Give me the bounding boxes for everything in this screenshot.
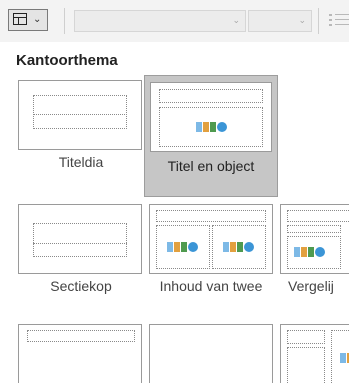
layout-tile-inhoud-van-twee[interactable]: Inhoud van twee bbox=[146, 204, 276, 304]
layout-label: Sectiekop bbox=[50, 278, 112, 294]
content-icons bbox=[196, 122, 227, 134]
content-placeholder-left bbox=[156, 225, 210, 269]
layout-tile-inhoud-met-bijschrift[interactable] bbox=[280, 324, 349, 383]
title-placeholder bbox=[156, 210, 266, 222]
title-placeholder bbox=[287, 330, 325, 344]
bullet-list-icon[interactable] bbox=[329, 14, 349, 30]
layout-label: Titel en object bbox=[167, 158, 255, 174]
layout-tile-titeldia[interactable]: Titeldia bbox=[16, 80, 146, 180]
title-placeholder bbox=[27, 330, 135, 342]
content-placeholder bbox=[331, 330, 349, 383]
layout-dropdown-button[interactable]: ⌄ bbox=[8, 9, 48, 31]
layout-thumbnail bbox=[18, 324, 142, 383]
title-placeholder bbox=[33, 95, 127, 129]
layout-thumbnail bbox=[18, 80, 142, 150]
chevron-down-icon: ⌄ bbox=[33, 14, 42, 25]
layout-tile-leeg[interactable] bbox=[146, 324, 276, 383]
layout-label: Inhoud van twee bbox=[159, 278, 263, 294]
heading-placeholder-left bbox=[287, 225, 341, 233]
content-placeholder-left bbox=[287, 236, 341, 269]
content-placeholder bbox=[159, 107, 263, 147]
gallery-heading: Kantoorthema bbox=[16, 52, 118, 69]
title-placeholder bbox=[287, 210, 349, 222]
content-icons bbox=[294, 247, 325, 259]
layout-icon bbox=[13, 13, 27, 25]
layout-tile-titel-en-object[interactable]: Titel en object bbox=[144, 75, 278, 197]
layout-thumbnail bbox=[280, 324, 349, 383]
text-divider bbox=[33, 243, 127, 244]
layout-tile-sectiekop[interactable]: Sectiekop bbox=[16, 204, 146, 304]
text-placeholder bbox=[287, 347, 325, 383]
toolbar-separator bbox=[64, 8, 65, 34]
title-placeholder bbox=[33, 223, 127, 257]
layout-tile-vergelijking[interactable]: Vergelij bbox=[280, 204, 349, 304]
font-size-combobox[interactable]: ⌄ bbox=[248, 10, 312, 32]
layout-tile-titel-alleen[interactable] bbox=[16, 324, 146, 383]
chevron-down-icon: ⌄ bbox=[232, 15, 240, 25]
layout-thumbnail bbox=[150, 82, 272, 152]
subtitle-divider bbox=[33, 114, 127, 115]
toolbar: ⌄ ⌄ ⌄ bbox=[0, 0, 349, 42]
chevron-down-icon: ⌄ bbox=[298, 15, 306, 25]
content-placeholder-right bbox=[212, 225, 266, 269]
layout-label: Titeldia bbox=[58, 154, 104, 170]
content-icons bbox=[223, 242, 254, 254]
layout-thumbnail bbox=[18, 204, 142, 274]
layout-thumbnail bbox=[149, 204, 273, 274]
layout-thumbnail bbox=[149, 324, 273, 383]
font-name-combobox[interactable]: ⌄ bbox=[74, 10, 246, 32]
content-icons bbox=[167, 242, 198, 254]
layout-label: Vergelij bbox=[288, 278, 334, 294]
layout-thumbnail bbox=[280, 204, 349, 274]
toolbar-separator bbox=[318, 8, 319, 34]
title-placeholder bbox=[159, 89, 263, 103]
content-icons bbox=[340, 353, 349, 365]
